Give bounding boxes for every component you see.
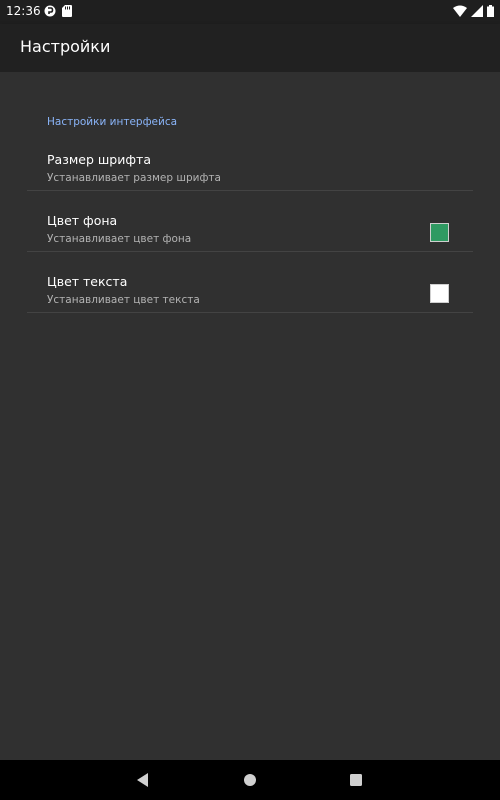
status-time: 12:36 xyxy=(6,4,41,18)
status-right-icons xyxy=(453,5,494,17)
divider xyxy=(27,312,473,313)
home-icon[interactable] xyxy=(243,772,257,788)
pref-title: Цвет текста xyxy=(47,274,128,289)
pref-background-color[interactable]: Цвет фона Устанавливает цвет фона xyxy=(27,203,473,264)
pref-title: Размер шрифта xyxy=(47,152,151,167)
navigation-bar xyxy=(0,760,500,800)
text-color-swatch xyxy=(430,284,449,303)
wifi-icon xyxy=(453,5,467,17)
recents-icon[interactable] xyxy=(349,772,363,788)
back-icon[interactable] xyxy=(136,772,150,788)
sync-icon xyxy=(44,5,56,17)
page-title: Настройки xyxy=(20,37,111,56)
sd-card-icon xyxy=(62,5,72,17)
status-bar: 12:36 xyxy=(0,0,500,24)
divider xyxy=(27,251,473,252)
pref-text-color[interactable]: Цвет текста Устанавливает цвет текста xyxy=(27,264,473,325)
pref-summary: Устанавливает размер шрифта xyxy=(47,172,221,184)
pref-summary: Устанавливает цвет фона xyxy=(47,233,192,245)
background-color-swatch xyxy=(430,223,449,242)
settings-list: Настройки интерфейса Размер шрифта Устан… xyxy=(0,72,500,760)
category-header: Настройки интерфейса xyxy=(47,116,178,128)
app-bar: Настройки xyxy=(0,24,500,72)
battery-icon xyxy=(487,5,494,17)
pref-title: Цвет фона xyxy=(47,213,118,228)
signal-icon xyxy=(471,5,483,17)
status-left-icons xyxy=(44,5,72,17)
pref-summary: Устанавливает цвет текста xyxy=(47,294,200,306)
divider xyxy=(27,190,473,191)
pref-font-size[interactable]: Размер шрифта Устанавливает размер шрифт… xyxy=(27,142,473,203)
